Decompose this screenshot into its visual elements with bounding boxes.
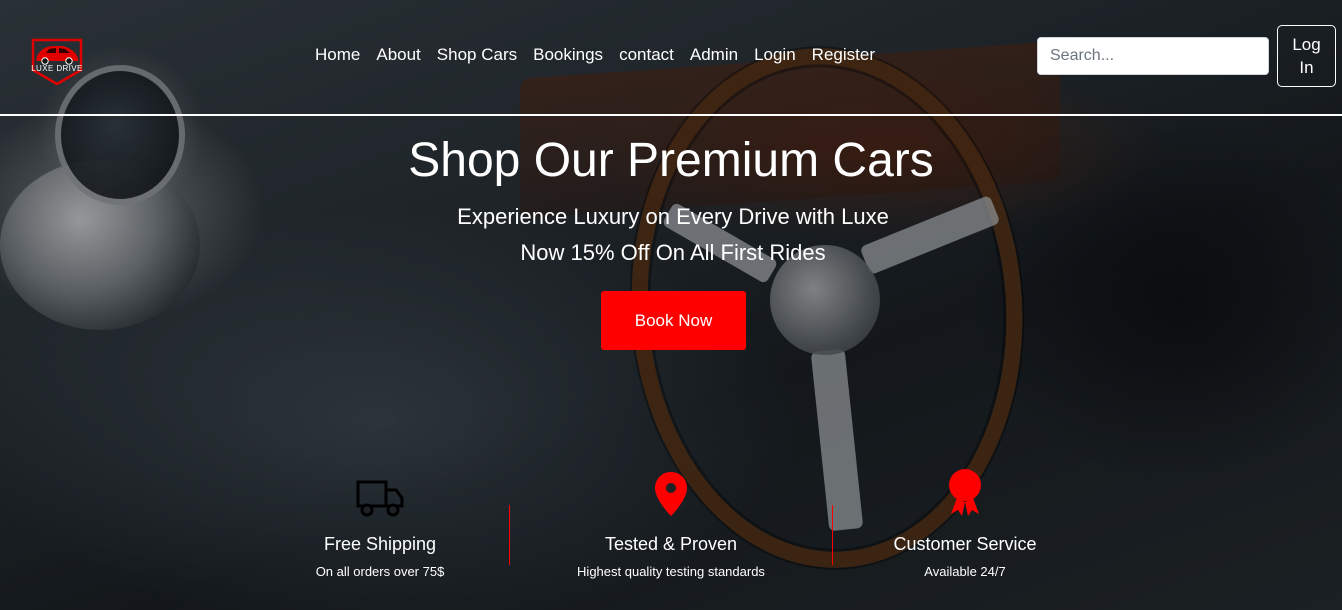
feature-desc: Highest quality testing standards [577,564,765,579]
award-icon [815,469,1115,518]
nav-register[interactable]: Register [812,45,875,65]
login-button[interactable]: Log In [1277,25,1336,87]
login-button-label-line1: Log [1292,35,1321,54]
nav-about[interactable]: About [376,45,420,65]
map-pin-icon [521,470,821,518]
logo-text: LUXE DRIVE [31,64,83,73]
nav-login[interactable]: Login [754,45,796,65]
login-button-label-line2: In [1299,58,1314,77]
logo-car-icon [31,38,83,86]
feature-title: Tested & Proven [604,534,738,554]
nav-contact[interactable]: contact [619,45,674,65]
feature-free-shipping: Free Shipping On all orders over 75$ [230,470,530,579]
nav-home[interactable]: Home [315,45,360,65]
brand-logo[interactable]: LUXE DRIVE [28,34,86,86]
feature-title: Customer Service [893,534,1037,554]
book-now-button[interactable]: Book Now [601,291,746,350]
nav-shop-cars[interactable]: Shop Cars [437,45,517,65]
hero-subtitle: Experience Luxury on Every Drive with Lu… [457,204,889,229]
nav-admin[interactable]: Admin [690,45,738,65]
feature-customer-service: Customer Service Available 24/7 [815,469,1115,579]
truck-icon [230,470,530,518]
feature-tested-proven: Tested & Proven Highest quality testing … [521,470,821,579]
search-input[interactable] [1037,37,1269,75]
feature-desc: Available 24/7 [924,564,1006,579]
site-header: LUXE DRIVE Home About Shop Cars Bookings… [0,0,1342,116]
feature-desc: On all orders over 75$ [315,564,445,579]
hero-offer: Now 15% Off On All First Rides [520,240,826,265]
main-nav: Home About Shop Cars Bookings contact Ad… [315,45,875,65]
feature-divider [509,505,510,565]
hero-title: Shop Our Premium Cars [408,134,934,187]
feature-title: Free Shipping [323,534,437,554]
nav-bookings[interactable]: Bookings [533,45,603,65]
